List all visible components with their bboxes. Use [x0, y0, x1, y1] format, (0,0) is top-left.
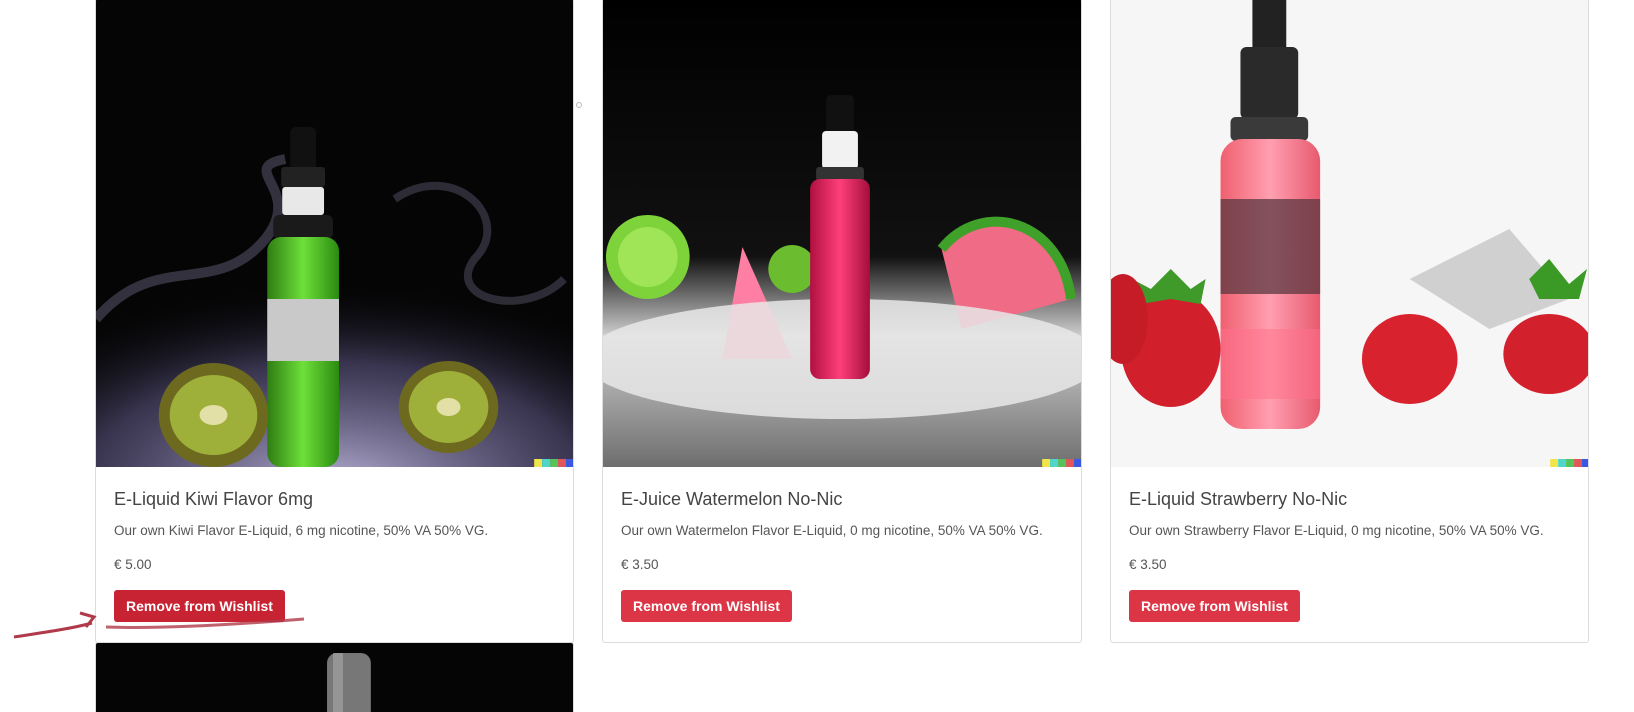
- product-card-partial: [95, 642, 574, 712]
- product-title[interactable]: E-Liquid Kiwi Flavor 6mg: [114, 487, 555, 511]
- product-image-kiwi[interactable]: [96, 0, 573, 467]
- product-title[interactable]: E-Liquid Strawberry No-Nic: [1129, 487, 1570, 511]
- product-card-kiwi: E-Liquid Kiwi Flavor 6mg Our own Kiwi Fl…: [95, 0, 574, 643]
- product-card-watermelon: E-Juice Watermelon No-Nic Our own Waterm…: [602, 0, 1082, 643]
- product-card-strawberry: E-Liquid Strawberry No-Nic Our own Straw…: [1110, 0, 1589, 643]
- product-image-strawberry[interactable]: [1111, 0, 1588, 467]
- product-description: Our own Strawberry Flavor E-Liquid, 0 mg…: [1129, 523, 1544, 538]
- product-price: € 3.50: [1129, 557, 1167, 572]
- product-image-watermelon[interactable]: [603, 0, 1081, 467]
- remove-from-wishlist-button[interactable]: Remove from Wishlist: [621, 590, 792, 622]
- scroll-indicator-dot: [576, 102, 582, 108]
- product-description: Our own Watermelon Flavor E-Liquid, 0 mg…: [621, 523, 1043, 538]
- product-price: € 5.00: [114, 557, 152, 572]
- cursor-annotation-arrow-icon: [13, 611, 305, 639]
- product-title[interactable]: E-Juice Watermelon No-Nic: [621, 487, 1063, 511]
- product-description: Our own Kiwi Flavor E-Liquid, 6 mg nicot…: [114, 523, 489, 538]
- product-price: € 3.50: [621, 557, 659, 572]
- remove-from-wishlist-button[interactable]: Remove from Wishlist: [1129, 590, 1300, 622]
- product-image-partial[interactable]: [96, 643, 573, 712]
